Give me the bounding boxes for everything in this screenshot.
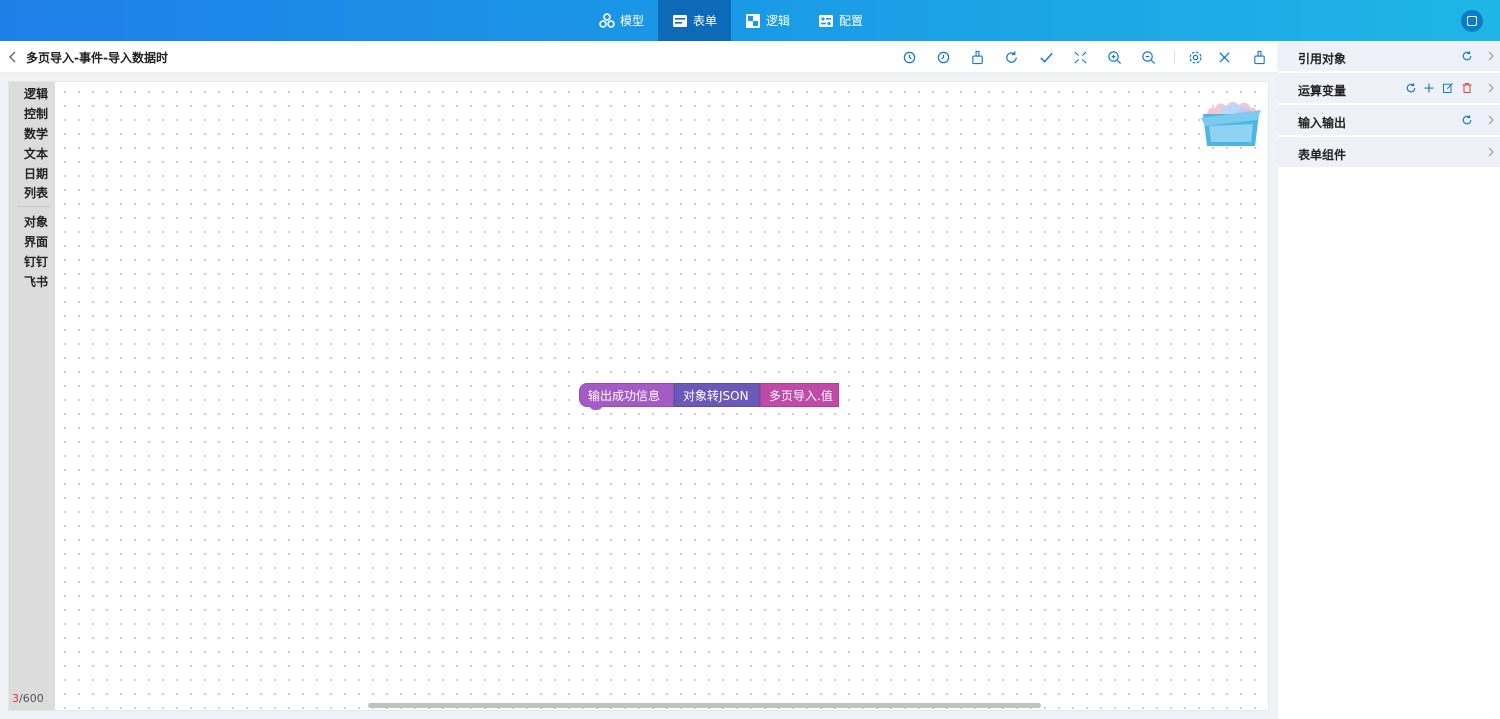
tab-config[interactable]: 配置 bbox=[804, 0, 877, 41]
check-icon bbox=[1039, 52, 1053, 63]
refresh-button[interactable] bbox=[1001, 47, 1021, 67]
toolbar-divider bbox=[1174, 50, 1175, 64]
clean-button[interactable] bbox=[967, 47, 987, 67]
refresh-icon[interactable] bbox=[1404, 81, 1418, 95]
close-icon bbox=[1218, 51, 1230, 63]
panel-row-form-components[interactable]: 表单组件 bbox=[1278, 137, 1500, 168]
zoom-out-icon bbox=[1141, 50, 1155, 64]
zoom-in-icon bbox=[1107, 50, 1121, 64]
block-counter-total: /600 bbox=[19, 692, 44, 705]
category-math[interactable]: 数学 bbox=[24, 125, 48, 142]
panel-row-label: 输入输出 bbox=[1298, 116, 1347, 130]
redo-history-button[interactable] bbox=[933, 47, 953, 67]
config-icon bbox=[819, 14, 834, 27]
category-divider bbox=[17, 206, 49, 207]
fullscreen-button[interactable] bbox=[1461, 10, 1483, 32]
logic-icon bbox=[746, 13, 761, 28]
chevron-right-icon bbox=[1488, 147, 1494, 157]
confirm-button[interactable] bbox=[1036, 47, 1056, 67]
tab-form-label: 表单 bbox=[693, 14, 718, 28]
blockly-workspace: 逻辑 控制 数学 文本 日期 列表 对象 界面 钉钉 飞书 输出成功信息 对象转… bbox=[8, 81, 1314, 711]
title-bar: 多页导入-事件-导入数据时 bbox=[0, 41, 1277, 73]
tab-logic-label: 逻辑 bbox=[766, 14, 791, 28]
blockly-canvas[interactable]: 输出成功信息 对象转JSON 多页导入.值 bbox=[55, 82, 1314, 710]
block-value[interactable]: 多页导入.值 bbox=[760, 383, 839, 407]
block-object-to-json[interactable]: 对象转JSON bbox=[674, 383, 760, 407]
collapse-icon bbox=[1073, 50, 1087, 64]
block-to-json-label: 对象转JSON bbox=[683, 388, 749, 403]
fullscreen-icon bbox=[1467, 16, 1477, 26]
chevron-right-icon bbox=[1488, 83, 1494, 93]
edit-icon[interactable] bbox=[1441, 81, 1455, 95]
clean-icon bbox=[971, 50, 983, 64]
refresh-icon[interactable] bbox=[1460, 49, 1474, 63]
block-counter: 3/600 bbox=[12, 692, 44, 705]
category-ui[interactable]: 界面 bbox=[24, 233, 48, 250]
category-toolbox: 逻辑 控制 数学 文本 日期 列表 对象 界面 钉钉 飞书 bbox=[9, 82, 55, 710]
category-object[interactable]: 对象 bbox=[24, 213, 48, 230]
tab-model[interactable]: 模型 bbox=[585, 0, 658, 41]
panel-row-input-output[interactable]: 输入输出 bbox=[1278, 105, 1500, 136]
tab-form[interactable]: 表单 bbox=[658, 0, 732, 41]
block-output-label: 输出成功信息 bbox=[588, 388, 661, 403]
top-nav-bar: 模型 表单 逻辑 配置 bbox=[0, 0, 1500, 41]
redo-history-icon bbox=[937, 51, 949, 63]
category-feishu[interactable]: 飞书 bbox=[24, 273, 48, 290]
panel-row-variables[interactable]: 运算变量 bbox=[1278, 73, 1500, 104]
panel-row-label: 引用对象 bbox=[1298, 52, 1347, 66]
form-icon bbox=[673, 14, 688, 27]
category-control[interactable]: 控制 bbox=[24, 105, 48, 122]
plus-icon[interactable] bbox=[1422, 81, 1436, 95]
undo-history-button[interactable] bbox=[899, 47, 919, 67]
broom-button[interactable] bbox=[1249, 47, 1269, 67]
category-date[interactable]: 日期 bbox=[24, 165, 48, 182]
tab-config-label: 配置 bbox=[839, 14, 864, 28]
block-counter-current: 3 bbox=[12, 692, 19, 705]
tab-logic[interactable]: 逻辑 bbox=[731, 0, 804, 41]
category-logic[interactable]: 逻辑 bbox=[24, 85, 48, 102]
category-list[interactable]: 列表 bbox=[24, 184, 48, 201]
chevron-right-icon bbox=[1488, 115, 1494, 125]
tab-model-label: 模型 bbox=[620, 14, 645, 28]
horizontal-scrollbar[interactable] bbox=[368, 703, 1041, 708]
delete-icon[interactable] bbox=[1460, 81, 1474, 95]
broom-icon bbox=[1253, 50, 1265, 64]
refresh-icon bbox=[1005, 50, 1017, 63]
panel-row-referenced-objects[interactable]: 引用对象 bbox=[1278, 41, 1500, 72]
settings-button[interactable] bbox=[1185, 47, 1205, 67]
collapse-button[interactable] bbox=[1070, 47, 1090, 67]
right-panel: 引用对象 运算变量 输入输出 表单组件 bbox=[1278, 41, 1500, 719]
panel-row-label: 运算变量 bbox=[1298, 84, 1347, 98]
chevron-right-icon bbox=[1488, 51, 1494, 61]
category-text[interactable]: 文本 bbox=[24, 145, 48, 162]
close-button[interactable] bbox=[1214, 47, 1234, 67]
zoom-out-button[interactable] bbox=[1138, 47, 1158, 67]
category-dingtalk[interactable]: 钉钉 bbox=[24, 253, 48, 270]
top-nav-tabs: 模型 表单 逻辑 配置 bbox=[585, 0, 877, 41]
zoom-in-button[interactable] bbox=[1104, 47, 1124, 67]
trash-icon[interactable] bbox=[1199, 96, 1263, 148]
undo-history-icon bbox=[903, 51, 915, 63]
toolbar bbox=[0, 47, 1277, 67]
model-icon bbox=[599, 12, 615, 28]
block-notch bbox=[589, 404, 603, 410]
block-value-label: 多页导入.值 bbox=[769, 388, 833, 403]
refresh-icon[interactable] bbox=[1460, 113, 1474, 127]
panel-row-label: 表单组件 bbox=[1298, 148, 1347, 162]
settings-icon bbox=[1188, 50, 1202, 64]
